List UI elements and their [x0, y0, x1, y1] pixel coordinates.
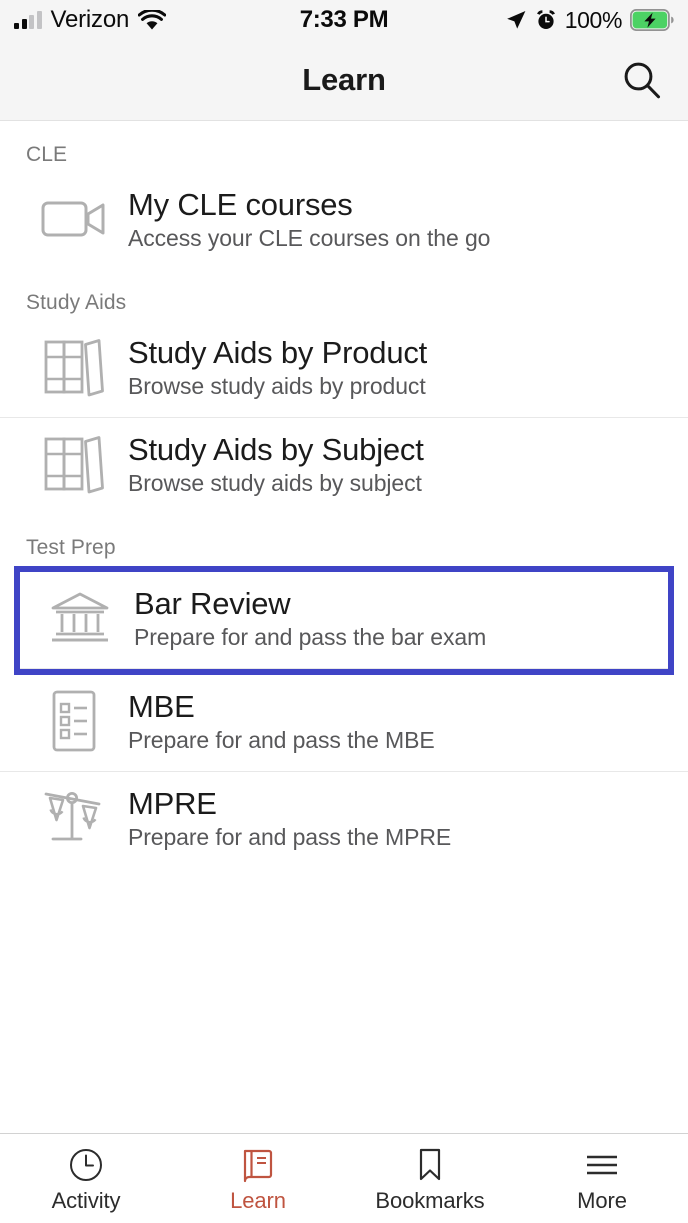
scales-of-justice-icon: [20, 786, 128, 850]
video-camera-icon: [20, 194, 128, 244]
learn-screen: Verizon 7:33 PM: [0, 0, 688, 1223]
list-item-mbe[interactable]: MBE Prepare for and pass the MBE: [0, 675, 688, 771]
list-item-subtitle: Browse study aids by subject: [128, 470, 424, 498]
cellular-signal-icon: [14, 12, 42, 29]
list-item-my-cle-courses[interactable]: My CLE courses Access your CLE courses o…: [0, 173, 688, 269]
wifi-icon: [138, 10, 166, 31]
status-bar: Verizon 7:33 PM: [0, 0, 688, 40]
section-header-study-aids: Study Aids: [0, 269, 688, 321]
tab-label: Activity: [52, 1188, 121, 1214]
list-item-title: My CLE courses: [128, 187, 490, 223]
status-bar-left: Verizon: [14, 8, 166, 32]
list-item-subtitle: Prepare for and pass the bar exam: [134, 624, 486, 652]
status-bar-right: 100%: [505, 7, 674, 34]
books-icon: [20, 336, 128, 398]
list-item-subtitle: Browse study aids by product: [128, 373, 427, 401]
books-icon: [20, 433, 128, 495]
battery-charging-icon: [630, 9, 674, 31]
list-item-subtitle: Prepare for and pass the MBE: [128, 727, 435, 755]
section-header-cle: CLE: [0, 121, 688, 173]
bottom-tab-bar: Activity Learn Bookmarks: [0, 1133, 688, 1223]
list-item-wrap: Study Aids by Product Browse study aids …: [0, 321, 688, 417]
book-icon: [241, 1147, 275, 1183]
list-item-study-aids-by-subject[interactable]: Study Aids by Subject Browse study aids …: [0, 418, 688, 514]
list-item-wrap: Study Aids by Subject Browse study aids …: [0, 418, 688, 514]
list-item-title: Study Aids by Product: [128, 335, 427, 371]
list-item-subtitle: Access your CLE courses on the go: [128, 225, 490, 253]
list-item-mpre[interactable]: MPRE Prepare for and pass the MPRE: [0, 772, 688, 868]
courthouse-icon: [26, 590, 134, 646]
battery-percent-label: 100%: [565, 7, 622, 34]
bookmark-icon: [416, 1147, 444, 1183]
list-item-title: Study Aids by Subject: [128, 432, 424, 468]
list-item-text: My CLE courses Access your CLE courses o…: [128, 185, 490, 252]
list-item-bar-review[interactable]: Bar Review Prepare for and pass the bar …: [20, 572, 668, 668]
list-item-wrap: MBE Prepare for and pass the MBE: [0, 675, 688, 771]
carrier-label: Verizon: [51, 8, 130, 32]
tab-label: Learn: [230, 1188, 286, 1214]
clock-icon: [68, 1147, 104, 1183]
list-item-wrap-highlighted: Bar Review Prepare for and pass the bar …: [14, 566, 674, 675]
list-item-title: MBE: [128, 689, 435, 725]
tab-activity[interactable]: Activity: [0, 1134, 172, 1223]
list-item-text: Bar Review Prepare for and pass the bar …: [134, 584, 486, 651]
checklist-document-icon: [20, 689, 128, 753]
list-item-title: MPRE: [128, 786, 451, 822]
list-item-study-aids-by-product[interactable]: Study Aids by Product Browse study aids …: [0, 321, 688, 417]
search-icon[interactable]: [618, 56, 666, 104]
hamburger-menu-icon: [584, 1147, 620, 1183]
tab-label: Bookmarks: [375, 1188, 484, 1214]
tab-label: More: [577, 1188, 627, 1214]
tab-bookmarks[interactable]: Bookmarks: [344, 1134, 516, 1223]
section-header-test-prep: Test Prep: [0, 514, 688, 566]
list-item-wrap: My CLE courses Access your CLE courses o…: [0, 173, 688, 269]
list-divider: [20, 668, 668, 669]
navigation-header: Learn: [0, 40, 688, 121]
tab-learn[interactable]: Learn: [172, 1134, 344, 1223]
list-item-text: Study Aids by Product Browse study aids …: [128, 333, 427, 400]
alarm-clock-icon: [535, 9, 557, 31]
list-item-text: MBE Prepare for and pass the MBE: [128, 687, 435, 754]
list-item-text: MPRE Prepare for and pass the MPRE: [128, 784, 451, 851]
list-item-subtitle: Prepare for and pass the MPRE: [128, 824, 451, 852]
list-item-text: Study Aids by Subject Browse study aids …: [128, 430, 424, 497]
page-title: Learn: [302, 62, 385, 98]
location-arrow-icon: [505, 9, 527, 31]
list-item-title: Bar Review: [134, 586, 486, 622]
tab-more[interactable]: More: [516, 1134, 688, 1223]
list-item-wrap: MPRE Prepare for and pass the MPRE: [0, 772, 688, 868]
learn-list: CLE My CLE courses Access your CLE cours…: [0, 121, 688, 1133]
